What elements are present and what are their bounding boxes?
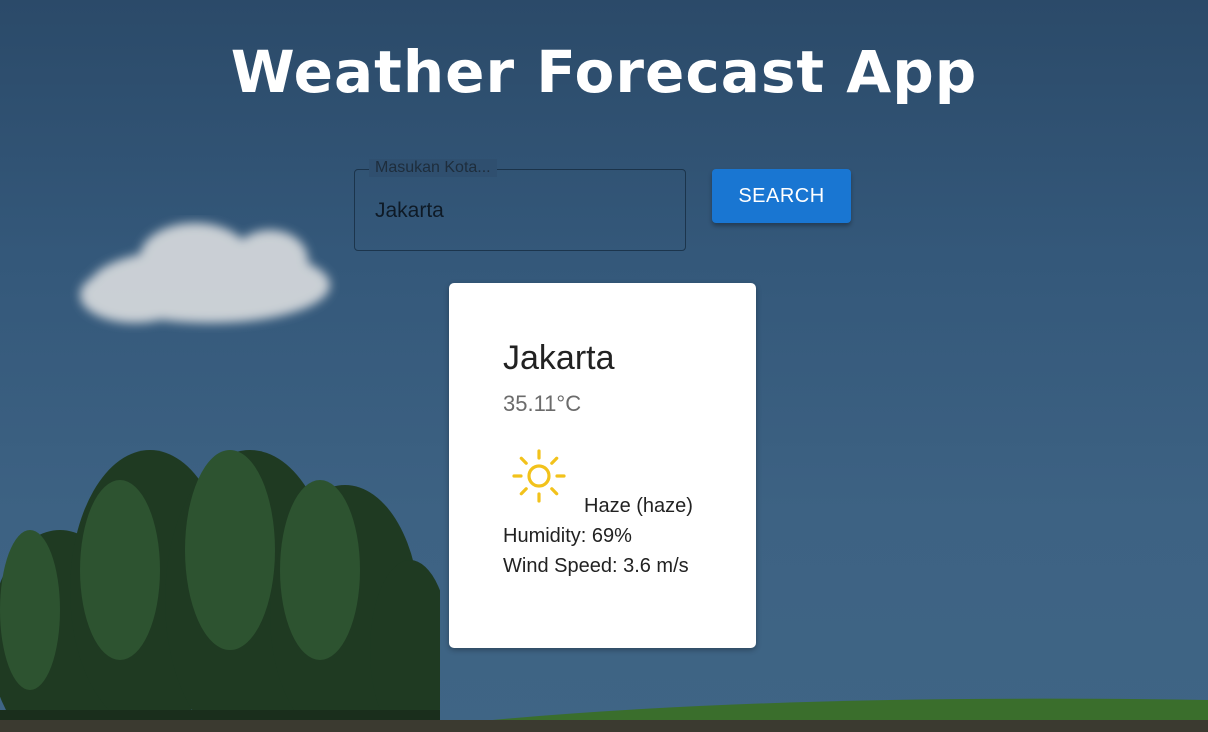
sun-icon [512,449,566,503]
city-search-input[interactable] [375,194,665,228]
cloud-image [80,223,330,323]
temperature: 35.11°C [503,391,582,416]
city-name: Jakarta [503,339,615,377]
grass-hill [0,698,1208,732]
weather-card: Jakarta 35.11°C Haze (haze) Humidity: 69… [449,283,756,648]
search-button[interactable]: SEARCH [712,169,851,223]
wind-speed-text: Wind Speed: 3.6 m/s [503,555,689,577]
city-search-field[interactable]: Masukan Kota... [354,159,686,251]
humidity-text: Humidity: 69% [503,525,632,547]
city-search-label: Masukan Kota... [369,159,497,177]
page-title: Weather Forecast App [230,38,978,106]
weather-description: Haze (haze) [584,495,693,517]
